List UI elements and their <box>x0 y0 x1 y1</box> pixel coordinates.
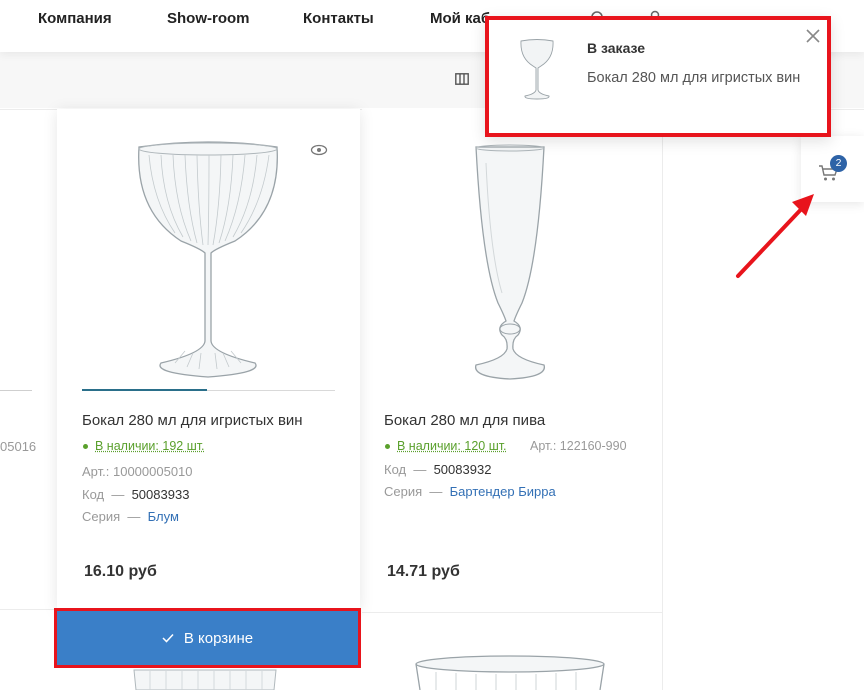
product-article: Арт.: 10000005010 <box>82 464 193 479</box>
close-icon[interactable] <box>805 28 821 44</box>
grid-divider <box>0 609 57 610</box>
quick-view-eye-icon[interactable] <box>310 144 328 156</box>
code-label: Код <box>384 462 407 477</box>
product-code: Код — 50083933 <box>82 487 189 502</box>
nav-item-showroom[interactable]: Show-room <box>167 10 250 27</box>
notification-title: В заказе <box>587 40 646 56</box>
product-article: Арт.: 122160-990 <box>530 439 627 453</box>
notification-product-thumb <box>520 39 554 100</box>
slider-track <box>0 390 32 391</box>
dash: — <box>429 484 443 499</box>
stock-dot <box>83 444 88 449</box>
dash: — <box>127 509 141 524</box>
product-card[interactable]: Бокал 280 мл для пива В наличии: 120 шт.… <box>362 109 662 612</box>
image-slider-indicator <box>82 389 207 391</box>
grid-divider <box>662 110 663 690</box>
product-series: Серия — Бартендер Бирра <box>384 484 556 499</box>
cart-count-badge: 2 <box>830 155 847 172</box>
product-title[interactable]: Бокал 280 мл для игристых вин <box>82 412 303 429</box>
code-value: 50083933 <box>131 487 190 502</box>
nav-item-account[interactable]: Мой каб <box>430 10 490 27</box>
product-price: 14.71 руб <box>387 563 460 580</box>
article-label: Арт.: <box>82 464 110 479</box>
nav-item-company[interactable]: Компания <box>38 10 112 27</box>
code-label: Код <box>82 487 105 502</box>
product-title[interactable]: Бокал 280 мл для пива <box>384 412 545 429</box>
product-image[interactable] <box>135 141 281 381</box>
catalog-page: Компания Show-room Контакты Мой каб 0501… <box>0 0 864 690</box>
notification-text: Бокал 280 мл для игристых вин <box>587 70 801 86</box>
dash: — <box>111 487 125 502</box>
product-code-partial: 05016 <box>0 439 37 454</box>
series-link[interactable]: Блум <box>148 509 179 524</box>
in-cart-label: В корзине <box>183 629 254 647</box>
dash: — <box>413 462 427 477</box>
article-value: 10000005010 <box>112 464 193 479</box>
product-price: 16.10 руб <box>84 563 157 580</box>
nav-item-contacts[interactable]: Контакты <box>303 10 374 27</box>
product-card[interactable]: Бокал 280 мл для игристых вин В наличии:… <box>57 109 360 609</box>
series-label: Серия <box>384 484 423 499</box>
stock-status: В наличии: 120 шт. <box>397 439 507 453</box>
product-image[interactable] <box>130 668 280 690</box>
product-series: Серия — Блум <box>82 509 179 524</box>
annotation-arrow <box>736 194 814 278</box>
code-value: 50083932 <box>433 462 492 477</box>
grid-view-icon[interactable] <box>455 73 469 85</box>
product-image[interactable] <box>472 143 548 381</box>
series-link[interactable]: Бартендер Бирра <box>450 484 556 499</box>
in-cart-button[interactable]: В корзине <box>54 608 361 668</box>
article-value: 122160-990 <box>559 439 627 453</box>
stock-dot <box>385 444 390 449</box>
added-to-cart-notification: В заказе Бокал 280 мл для игристых вин <box>485 16 831 137</box>
series-label: Серия <box>82 509 121 524</box>
product-code: Код — 50083932 <box>384 462 491 477</box>
grid-divider <box>362 612 662 613</box>
stock-status: В наличии: 192 шт. <box>95 439 205 453</box>
product-image[interactable] <box>412 654 608 690</box>
check-icon <box>162 633 174 643</box>
article-label: Арт.: <box>530 439 557 453</box>
